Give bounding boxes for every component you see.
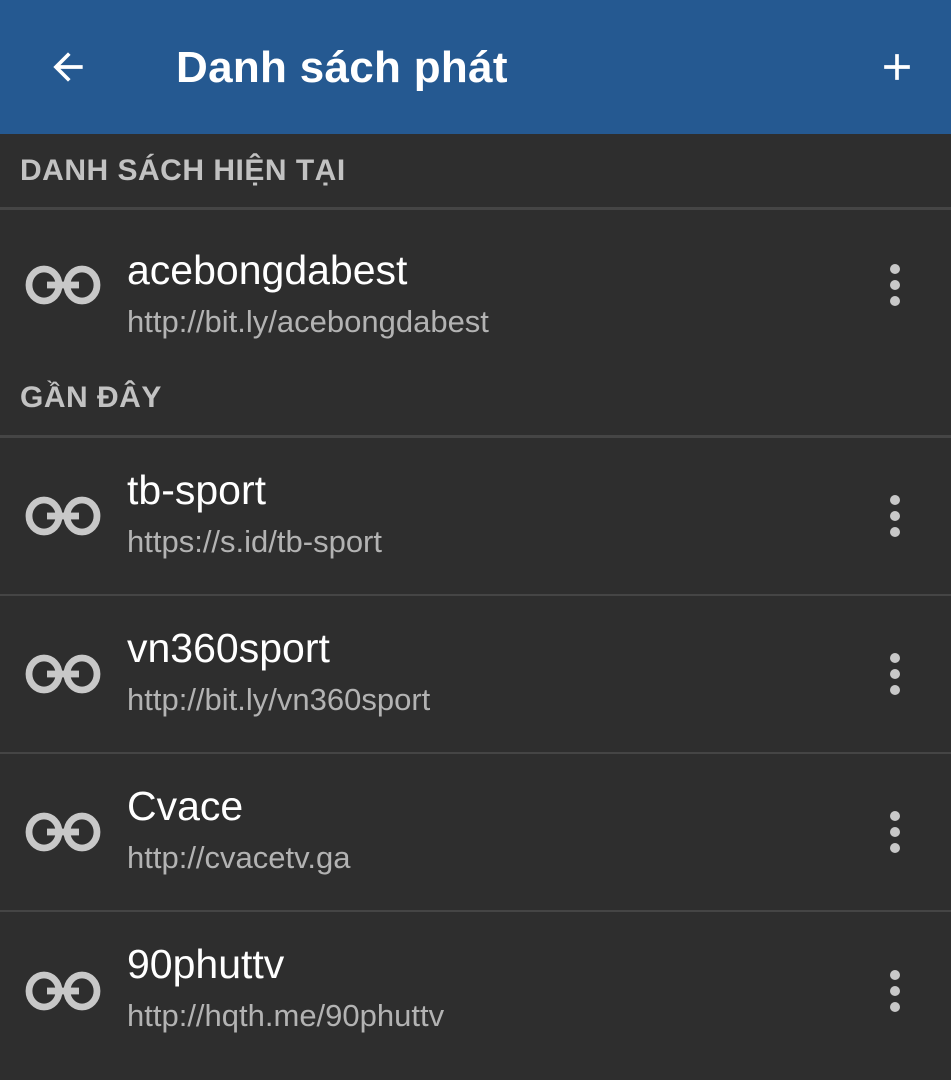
playlist-item-tb-sport[interactable]: tb-sport https://s.id/tb-sport — [0, 438, 951, 596]
page-title: Danh sách phát — [176, 43, 508, 92]
arrow-left-icon — [53, 52, 83, 82]
section-header-current: DANH SÁCH HIỆN TẠI — [0, 134, 951, 210]
link-icon — [25, 265, 101, 305]
more-vertical-icon — [890, 495, 900, 537]
playlist-item-cvace[interactable]: Cvace http://cvacetv.ga — [0, 754, 951, 912]
back-button[interactable] — [36, 35, 100, 99]
item-url: http://cvacetv.ga — [127, 840, 351, 875]
item-texts: acebongdabest http://bit.ly/acebongdabes… — [127, 244, 841, 342]
item-name: vn360sport — [127, 625, 330, 671]
item-url: http://bit.ly/acebongdabest — [127, 304, 489, 339]
more-options-button[interactable] — [883, 255, 907, 315]
link-icon — [25, 654, 101, 694]
section-header-recent: GẦN ĐÂY — [0, 360, 951, 438]
more-options-button[interactable] — [883, 802, 907, 862]
item-name: tb-sport — [127, 467, 266, 513]
more-vertical-icon — [890, 811, 900, 853]
plus-icon — [884, 54, 910, 80]
item-texts: vn360sport http://bit.ly/vn360sport — [127, 622, 841, 720]
link-icon — [25, 496, 101, 536]
item-name: Cvace — [127, 783, 244, 829]
item-texts: 90phuttv http://hqth.me/90phuttv — [127, 938, 841, 1036]
more-options-button[interactable] — [883, 644, 907, 704]
more-options-button[interactable] — [883, 961, 907, 1021]
more-options-button[interactable] — [883, 486, 907, 546]
item-name: acebongdabest — [127, 247, 408, 293]
link-icon — [25, 812, 101, 852]
playlist-item-acebongdabest[interactable]: acebongdabest http://bit.ly/acebongdabes… — [0, 210, 951, 360]
item-texts: Cvace http://cvacetv.ga — [127, 780, 841, 878]
item-url: http://hqth.me/90phuttv — [127, 998, 445, 1033]
add-playlist-button[interactable] — [865, 35, 929, 99]
link-icon — [25, 971, 101, 1011]
item-url: http://bit.ly/vn360sport — [127, 682, 431, 717]
more-vertical-icon — [890, 264, 900, 306]
playlist-item-vn360sport[interactable]: vn360sport http://bit.ly/vn360sport — [0, 596, 951, 754]
item-url: https://s.id/tb-sport — [127, 524, 382, 559]
playlist-screen: Danh sách phát DANH SÁCH HIỆN TẠI acebon… — [0, 0, 951, 1080]
item-texts: tb-sport https://s.id/tb-sport — [127, 464, 841, 562]
playlist-item-90phuttv[interactable]: 90phuttv http://hqth.me/90phuttv — [0, 912, 951, 1070]
more-vertical-icon — [890, 653, 900, 695]
item-name: 90phuttv — [127, 941, 285, 987]
top-app-bar: Danh sách phát — [0, 0, 951, 134]
more-vertical-icon — [890, 970, 900, 1012]
